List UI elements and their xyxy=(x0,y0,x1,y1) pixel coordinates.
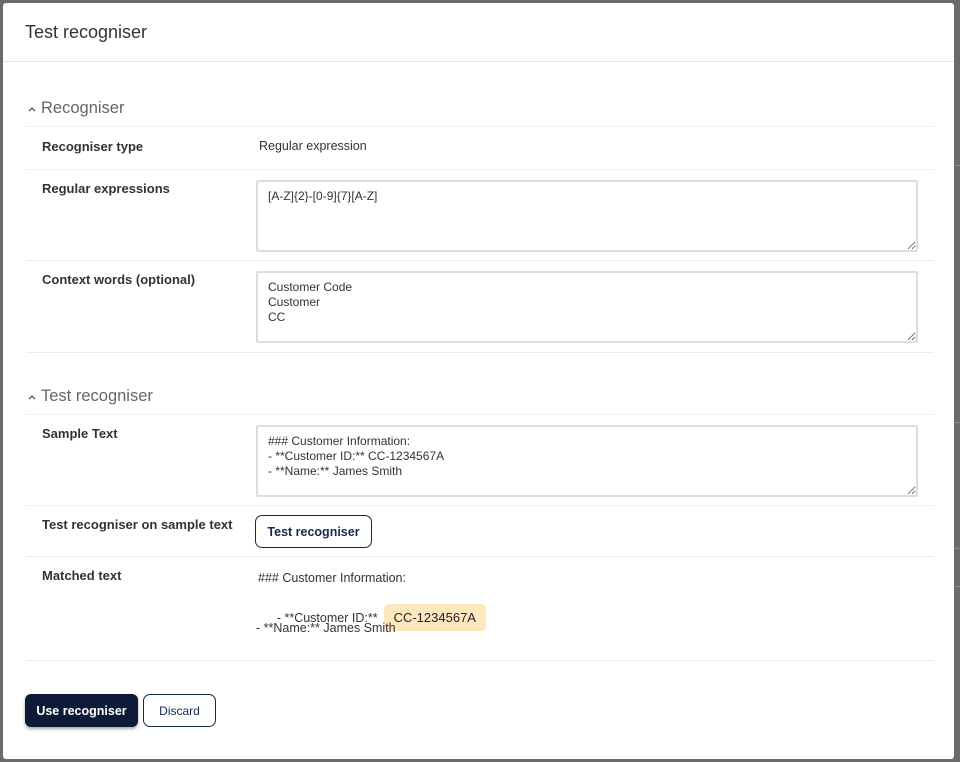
matched-line: - **Name:** James Smith xyxy=(256,621,396,635)
test-run-label: Test recogniser on sample text xyxy=(42,517,233,532)
context-words-label: Context words (optional) xyxy=(42,272,196,287)
dialog-header: Test recogniser xyxy=(3,3,954,62)
test-recogniser-dialog: Test recogniser Recogniser Recogniser ty… xyxy=(3,3,954,759)
use-recogniser-button[interactable]: Use recogniser xyxy=(25,694,138,727)
recogniser-type-label: Recogniser type xyxy=(42,139,144,154)
matched-text-label: Matched text xyxy=(42,568,122,583)
chevron-up-icon xyxy=(28,106,36,111)
recogniser-type-value: Regular expression xyxy=(259,139,367,153)
context-words-textarea[interactable]: Customer Code Customer CC xyxy=(256,271,918,343)
chevron-up-icon xyxy=(28,394,36,399)
regex-textarea[interactable]: [A-Z]{2}-[0-9]{7}[A-Z] xyxy=(256,180,918,252)
match-highlight: CC-1234567A xyxy=(383,604,486,631)
test-recogniser-button[interactable]: Test recogniser xyxy=(255,515,372,548)
recogniser-type-row: Recogniser type Regular expression xyxy=(26,126,934,170)
test-section-title: Test recogniser xyxy=(41,387,153,405)
context-words-row: Context words (optional) Customer Code C… xyxy=(26,260,934,353)
matched-text-row: Matched text ### Customer Information: -… xyxy=(26,556,934,661)
sample-text-row: Sample Text ### Customer Information: - … xyxy=(26,414,934,506)
recogniser-section-toggle[interactable]: Recogniser xyxy=(25,99,124,118)
regex-row: Regular expressions [A-Z]{2}-[0-9]{7}[A-… xyxy=(26,169,934,261)
discard-button[interactable]: Discard xyxy=(143,694,216,727)
matched-line: - **Customer ID:** CC-1234567A xyxy=(256,590,486,645)
sample-text-label: Sample Text xyxy=(42,426,118,441)
regex-label: Regular expressions xyxy=(42,181,170,196)
test-run-row: Test recogniser on sample text Test reco… xyxy=(26,505,934,557)
dialog-title: Test recogniser xyxy=(25,22,148,42)
matched-line: ### Customer Information: xyxy=(258,571,406,585)
sample-text-textarea[interactable]: ### Customer Information: - **Customer I… xyxy=(256,425,918,497)
recogniser-section-title: Recogniser xyxy=(41,99,125,117)
test-section-toggle[interactable]: Test recogniser xyxy=(25,387,153,406)
